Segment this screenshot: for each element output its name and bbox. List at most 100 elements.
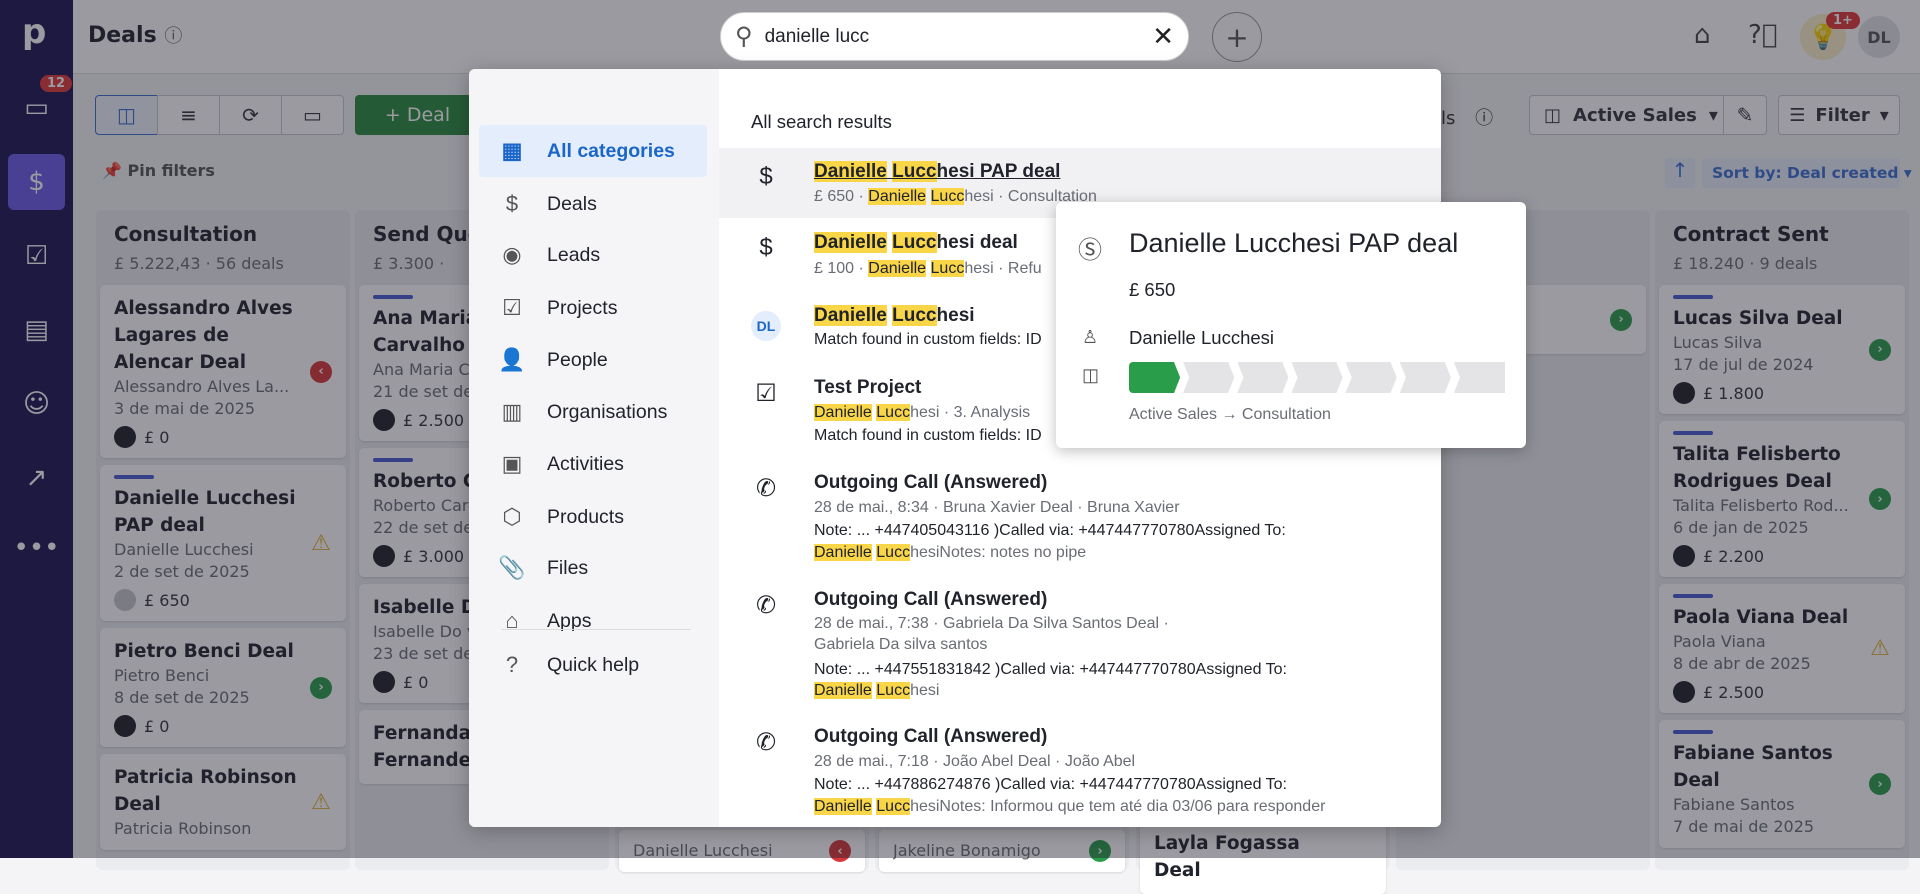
grid-icon: ▦	[501, 138, 523, 163]
result-title[interactable]: Danielle Lucchesi PAP deal	[814, 161, 1060, 183]
results-heading: All search results	[751, 111, 892, 132]
text-segment: Note: ... +447551831842 )Called via: +44…	[814, 661, 1287, 678]
result-detail: Note: ... +447405043116 )Called via: +44…	[814, 522, 1286, 540]
result-detail: Gabriela Da silva santos	[814, 636, 987, 654]
category-label: All categories	[547, 139, 675, 162]
category-activities[interactable]: ▣ Activities	[479, 438, 707, 490]
category-deals[interactable]: $ Deals	[479, 178, 707, 230]
clear-search-icon[interactable]: ✕	[1152, 21, 1174, 52]
category-label: People	[547, 348, 608, 371]
category-divider	[501, 629, 691, 630]
search-highlight: Danielle	[814, 161, 887, 182]
dollar-icon: $	[759, 163, 773, 190]
help-icon: ?	[505, 652, 519, 677]
results-list: All search results $ Danielle Lucchesi PA…	[719, 69, 1441, 827]
result-title[interactable]: Danielle Lucchesi	[814, 305, 975, 327]
popover-value: £ 650	[1129, 279, 1176, 300]
clipboard-icon: ☑	[755, 380, 777, 407]
category-people[interactable]: 👤 People	[479, 334, 707, 386]
result-detail: Danielle Lucchesi · 3. Analysis	[814, 404, 1030, 422]
result-title[interactable]: Outgoing Call (Answered)	[814, 472, 1047, 494]
result-detail: Match found in custom fields: ID	[814, 331, 1042, 349]
result-title[interactable]: Danielle Lucchesi deal	[814, 232, 1018, 254]
target-icon: ◉	[502, 242, 522, 267]
result-detail: Match found in custom fields: ID	[814, 427, 1042, 445]
text-segment: hesi · Refu	[964, 260, 1042, 277]
stage-pending	[1237, 362, 1289, 393]
category-label: Leads	[547, 243, 601, 266]
text-segment: hesi PAP deal	[936, 161, 1061, 182]
stage-pending	[1399, 362, 1451, 393]
text-segment: Note: ... +447886274876 )Called via: +44…	[814, 776, 1287, 793]
search-highlight: Lucc	[876, 682, 911, 699]
text-segment: 28 de mai., 7:18 · João Abel Deal · João…	[814, 753, 1136, 770]
search-highlight: Danielle	[814, 232, 887, 253]
stage-pending	[1345, 362, 1397, 393]
search-highlight: Danielle	[814, 544, 872, 561]
text-segment: Match found in custom fields: ID	[814, 331, 1042, 348]
search-highlight: Lucc	[892, 232, 937, 253]
category-projects[interactable]: ☑ Projects	[479, 282, 707, 334]
category-leads[interactable]: ◉ Leads	[479, 229, 707, 281]
search-highlight: Lucc	[930, 188, 965, 205]
text-segment: Test Project	[814, 377, 922, 398]
category-label: Organisations	[547, 400, 668, 423]
popover-title[interactable]: Danielle Lucchesi PAP deal	[1129, 228, 1458, 259]
text-segment: hesiNotes: Informou que tem até dia 03/0…	[910, 798, 1326, 815]
text-segment: Outgoing Call (Answered)	[814, 472, 1048, 493]
search-highlight: Danielle	[814, 404, 872, 421]
search-highlight: Danielle	[868, 260, 927, 277]
category-all-categories[interactable]: ▦ All categories	[479, 125, 707, 177]
search-input[interactable]	[764, 25, 1153, 48]
result-detail: £ 650 · Danielle Lucchesi · Consultation	[814, 188, 1097, 206]
phone-icon: ✆	[755, 592, 777, 619]
category-organisations[interactable]: ▥ Organisations	[479, 386, 707, 438]
text-segment	[926, 260, 930, 277]
text-segment: hesi	[936, 305, 975, 326]
search-highlight: Lucc	[876, 798, 911, 815]
search-highlight: Danielle	[868, 188, 927, 205]
search-highlight: Lucc	[876, 404, 911, 421]
text-segment: hesi deal	[936, 232, 1018, 253]
phone-icon: ✆	[755, 729, 777, 756]
global-search-bar[interactable]: ⚲ ✕	[720, 12, 1189, 61]
stage-pending	[1291, 362, 1343, 393]
box-icon: ⬡	[502, 504, 522, 529]
result-detail: Danielle LucchesiNotes: Informou que tem…	[814, 798, 1325, 816]
search-highlight: Lucc	[892, 305, 937, 326]
text-segment	[926, 188, 930, 205]
search-highlight: Lucc	[892, 161, 937, 182]
search-highlight: Danielle	[814, 305, 887, 326]
result-title[interactable]: Outgoing Call (Answered)	[814, 726, 1047, 748]
text-segment: Outgoing Call (Answered)	[814, 589, 1048, 610]
popover-person[interactable]: Danielle Lucchesi	[1129, 327, 1274, 349]
dollar-icon: $	[759, 234, 773, 261]
text-segment: Outgoing Call (Answered)	[814, 726, 1048, 747]
result-detail: Danielle Lucchesi	[814, 682, 939, 700]
person-icon: ♙	[1082, 327, 1099, 347]
search-highlight: Lucc	[876, 544, 911, 561]
text-segment: 28 de mai., 8:34 · Bruna Xavier Deal · B…	[814, 499, 1180, 516]
text-segment: hesiNotes: notes no pipe	[910, 544, 1087, 561]
result-title[interactable]: Test Project	[814, 377, 921, 399]
pipeline-stage-progress	[1129, 362, 1505, 393]
search-results-dialog: ▦ All categories $ Deals ◉ Leads ☑ Projects 👤 Peo…	[469, 69, 1441, 827]
quick-help-button[interactable]: ? Quick help	[479, 639, 707, 691]
result-detail: 28 de mai., 7:18 · João Abel Deal · João…	[814, 753, 1135, 771]
text-segment: hesi · 3. Analysis	[910, 404, 1031, 421]
clipboard-icon: ☑	[502, 295, 522, 320]
search-highlight: Lucc	[930, 260, 965, 277]
result-title[interactable]: Outgoing Call (Answered)	[814, 589, 1047, 611]
category-label: Projects	[547, 296, 618, 319]
search-highlight: Danielle	[814, 682, 872, 699]
category-products[interactable]: ⬡ Products	[479, 491, 707, 543]
result-detail: 28 de mai., 8:34 · Bruna Xavier Deal · B…	[814, 499, 1180, 517]
text-segment: £ 650 ·	[814, 188, 869, 205]
result-detail: Note: ... +447886274876 )Called via: +44…	[814, 776, 1287, 794]
dollar-icon: $	[505, 191, 519, 216]
text-segment: 28 de mai., 7:38 · Gabriela Da Silva San…	[814, 615, 1169, 632]
category-label: Files	[547, 556, 589, 579]
stage-pending	[1183, 362, 1235, 393]
category-files[interactable]: 📎 Files	[479, 542, 707, 594]
paperclip-icon: 📎	[498, 555, 526, 580]
